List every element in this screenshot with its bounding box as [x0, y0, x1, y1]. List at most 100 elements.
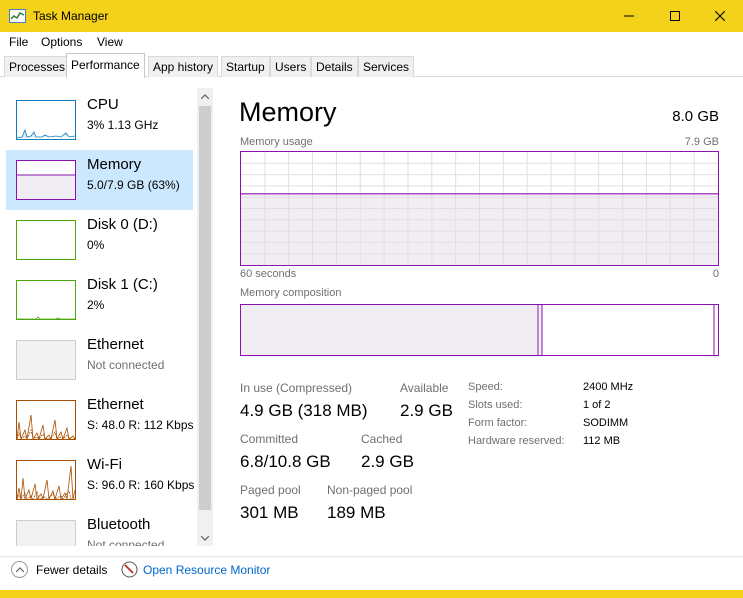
sidebar-item-detail: S: 96.0 R: 160 Kbps	[87, 478, 195, 492]
tab-details[interactable]: Details	[311, 56, 358, 77]
scroll-down-button[interactable]	[197, 530, 213, 546]
committed-value: 6.8/10.8 GB	[240, 452, 331, 471]
chevron-up-icon	[201, 93, 209, 99]
chevron-up-icon	[15, 567, 24, 572]
window-title: Task Manager	[33, 9, 109, 23]
time-axis-right: 0	[712, 268, 719, 280]
menu-view[interactable]: View	[97, 35, 123, 49]
tab-users[interactable]: Users	[270, 56, 312, 77]
tab-bar: Processes Performance App history Startu…	[0, 53, 743, 78]
sidebar-item-cpu[interactable]: CPU 3% 1.13 GHz	[6, 90, 193, 150]
memory-composition-chart	[241, 305, 715, 355]
sidebar-item-wifi[interactable]: Wi-Fi S: 96.0 R: 160 Kbps	[6, 450, 195, 510]
sidebar-item-detail: 3% 1.13 GHz	[87, 118, 159, 132]
resource-monitor-icon[interactable]	[121, 561, 138, 578]
maximize-button[interactable]	[652, 0, 698, 32]
speed-label: Speed:	[468, 381, 503, 393]
sidebar-item-detail: S: 48.0 R: 112 Kbps	[87, 418, 194, 432]
sidebar-scrollbar[interactable]	[197, 88, 213, 546]
sidebar-item-label: Wi-Fi	[87, 456, 122, 473]
in-use-value: 4.9 GB (318 MB)	[240, 401, 368, 420]
sidebar-item-detail: Not connected	[87, 538, 165, 546]
sidebar-item-label: Disk 1 (C:)	[87, 276, 158, 293]
tab-processes[interactable]: Processes	[4, 56, 71, 77]
hardware-reserved-label: Hardware reserved:	[468, 435, 565, 447]
composition-in-use	[241, 305, 538, 355]
scroll-thumb[interactable]	[199, 106, 211, 510]
menu-options[interactable]: Options	[41, 35, 82, 49]
disk1-thumbnail-graph	[16, 280, 76, 320]
available-label: Available	[400, 381, 449, 395]
sidebar-item-label: Memory	[87, 156, 142, 173]
in-use-label: In use (Compressed)	[240, 381, 353, 395]
disk0-thumbnail-graph	[16, 220, 76, 260]
sidebar-item-bluetooth[interactable]: Bluetooth Not connected	[6, 510, 193, 546]
tab-app-history[interactable]: App history	[148, 56, 219, 77]
minimize-icon	[624, 15, 634, 17]
slots-value: 1 of 2	[583, 399, 611, 411]
sidebar-item-label: CPU	[87, 96, 119, 113]
task-manager-icon	[9, 9, 26, 23]
sidebar-item-disk0[interactable]: Disk 0 (D:) 0%	[6, 210, 193, 270]
available-value: 2.9 GB	[400, 401, 453, 420]
page-title: Memory	[239, 97, 337, 127]
sidebar-item-ethernet[interactable]: Ethernet S: 48.0 R: 112 Kbps	[6, 390, 194, 450]
cached-value: 2.9 GB	[361, 452, 414, 471]
close-icon	[715, 11, 725, 21]
resource-list: CPU 3% 1.13 GHz Memory 5.0/7.9 GB (63%) …	[0, 88, 213, 546]
non-paged-pool-label: Non-paged pool	[327, 483, 413, 497]
memory-usage-chart	[241, 152, 718, 265]
sidebar-item-detail: 5.0/7.9 GB (63%)	[87, 178, 180, 192]
sidebar-item-detail: 0%	[87, 238, 105, 252]
fewer-details-link[interactable]: Fewer details	[36, 563, 107, 577]
memory-thumbnail-graph	[16, 160, 76, 200]
sidebar-item-detail: 2%	[87, 298, 105, 312]
cpu-thumbnail-graph	[16, 100, 76, 140]
menu-bar: File Options View	[0, 32, 743, 53]
footer-bar: Fewer details Open Resource Monitor	[0, 556, 743, 582]
slots-label: Slots used:	[468, 399, 523, 411]
sidebar-item-label: Disk 0 (D:)	[87, 216, 158, 233]
scroll-up-button[interactable]	[197, 88, 213, 104]
form-factor-label: Form factor:	[468, 417, 528, 429]
sidebar-item-label: Ethernet	[87, 336, 144, 353]
memory-composition-bar	[240, 304, 719, 356]
fewer-details-toggle[interactable]	[11, 561, 28, 578]
time-axis-left: 60 seconds	[240, 268, 297, 280]
ethernet-thumbnail-graph	[16, 400, 76, 440]
ethernet-thumbnail-graph	[16, 340, 76, 380]
tab-performance[interactable]: Performance	[66, 53, 145, 78]
tab-startup[interactable]: Startup	[221, 56, 270, 77]
sidebar-item-label: Ethernet	[87, 396, 144, 413]
sidebar-item-disk1[interactable]: Disk 1 (C:) 2%	[6, 270, 193, 330]
hardware-reserved-value: 112 MB	[583, 435, 621, 447]
sidebar-item-memory[interactable]: Memory 5.0/7.9 GB (63%)	[6, 150, 193, 210]
sidebar-item-ethernet-disconnected[interactable]: Ethernet Not connected	[6, 330, 193, 390]
form-factor-value: SODIMM	[583, 417, 629, 429]
speed-value: 2400 MHz	[583, 381, 634, 393]
memory-composition-label: Memory composition	[240, 287, 342, 299]
paged-pool-label: Paged pool	[240, 483, 301, 497]
committed-label: Committed	[240, 432, 299, 446]
maximize-icon	[670, 11, 680, 21]
wifi-thumbnail-graph	[16, 460, 76, 500]
sidebar-item-label: Bluetooth	[87, 516, 151, 533]
window-bottom-edge	[0, 590, 743, 598]
minimize-button[interactable]	[606, 0, 652, 32]
total-memory: 8.0 GB	[672, 108, 719, 125]
sidebar-item-detail: Not connected	[87, 358, 165, 372]
tab-services[interactable]: Services	[358, 56, 415, 77]
open-resource-monitor-link[interactable]: Open Resource Monitor	[143, 563, 270, 577]
menu-file[interactable]: File	[9, 35, 28, 49]
cached-label: Cached	[361, 432, 403, 446]
graph-grid	[241, 152, 718, 265]
title-bar: Task Manager	[0, 0, 743, 32]
close-button[interactable]	[697, 0, 743, 32]
chevron-down-icon	[201, 535, 209, 541]
memory-usage-label: Memory usage	[240, 136, 313, 148]
memory-usage-max: 7.9 GB	[684, 136, 719, 148]
paged-pool-value: 301 MB	[240, 503, 299, 522]
footer-divider	[0, 556, 743, 557]
non-paged-pool-value: 189 MB	[327, 503, 386, 522]
bluetooth-thumbnail-graph	[16, 520, 76, 546]
